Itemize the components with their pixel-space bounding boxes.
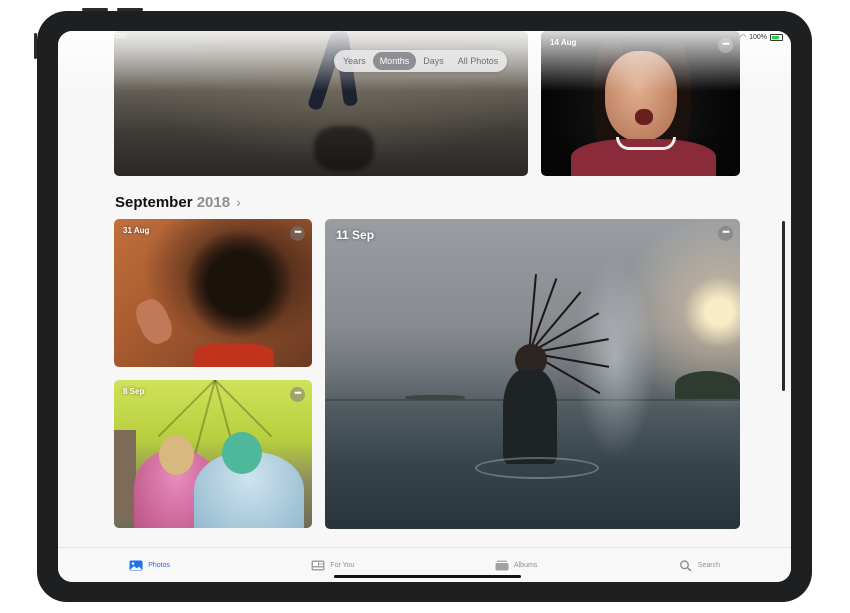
search-icon — [679, 559, 692, 571]
status-bar: 12:26 Mon 21 Oct ◠ 100% — [58, 31, 791, 45]
more-options-button[interactable]: ••• — [290, 387, 305, 402]
section-month: September — [115, 194, 193, 211]
tab-photos-label: Photos — [148, 561, 171, 569]
wifi-icon: ◠ — [739, 34, 747, 41]
segment-all-photos[interactable]: All Photos — [451, 52, 506, 70]
status-date: Mon 21 Oct — [90, 33, 127, 40]
albums-icon — [495, 560, 509, 570]
section-year: 2018 — [196, 194, 231, 211]
battery-percent: 100% — [749, 33, 767, 41]
segment-months[interactable]: Months — [372, 52, 417, 70]
segment-years[interactable]: Years — [336, 52, 373, 70]
tab-search[interactable]: Search — [608, 548, 791, 582]
status-right: ◠ 100% — [740, 33, 783, 41]
segment-days[interactable]: Days — [416, 52, 451, 70]
photo-date-label: 8 Sep — [123, 387, 145, 396]
photo-water-splash[interactable]: 11 Sep ••• — [325, 219, 740, 529]
photo-umbrella[interactable]: 8 Sep ••• — [114, 380, 312, 528]
tab-photos[interactable]: Photos — [58, 548, 241, 582]
for-you-icon — [311, 560, 325, 570]
screen: 12:26 Mon 21 Oct ◠ 100% 14 Aug ••• Years… — [58, 31, 791, 582]
photo-date-label: 11 Sep — [336, 228, 375, 242]
chevron-right-icon: › — [236, 194, 241, 210]
photo-date-label: 31 Aug — [123, 226, 150, 235]
power-button — [34, 33, 37, 59]
photo-hair-toss[interactable]: 31 Aug ••• — [114, 219, 312, 367]
photo-portrait-wink[interactable]: 14 Aug ••• — [541, 31, 740, 176]
view-segmented-control[interactable]: Years Months Days All Photos — [334, 50, 508, 72]
home-indicator[interactable] — [334, 575, 521, 578]
battery-icon — [770, 33, 783, 41]
tab-for-you-label: For You — [330, 561, 355, 569]
photos-icon — [129, 560, 143, 570]
status-time: 12:26 — [70, 33, 88, 40]
tab-search-label: Search — [697, 561, 720, 569]
volume-button-bottom — [117, 8, 143, 11]
scroll-indicator[interactable] — [782, 221, 785, 391]
section-heading[interactable]: September 2018 › — [115, 194, 241, 211]
volume-button-top — [82, 8, 108, 11]
more-options-button[interactable]: ••• — [718, 226, 733, 241]
more-options-button[interactable]: ••• — [290, 226, 305, 241]
tab-albums-label: Albums — [513, 561, 538, 569]
